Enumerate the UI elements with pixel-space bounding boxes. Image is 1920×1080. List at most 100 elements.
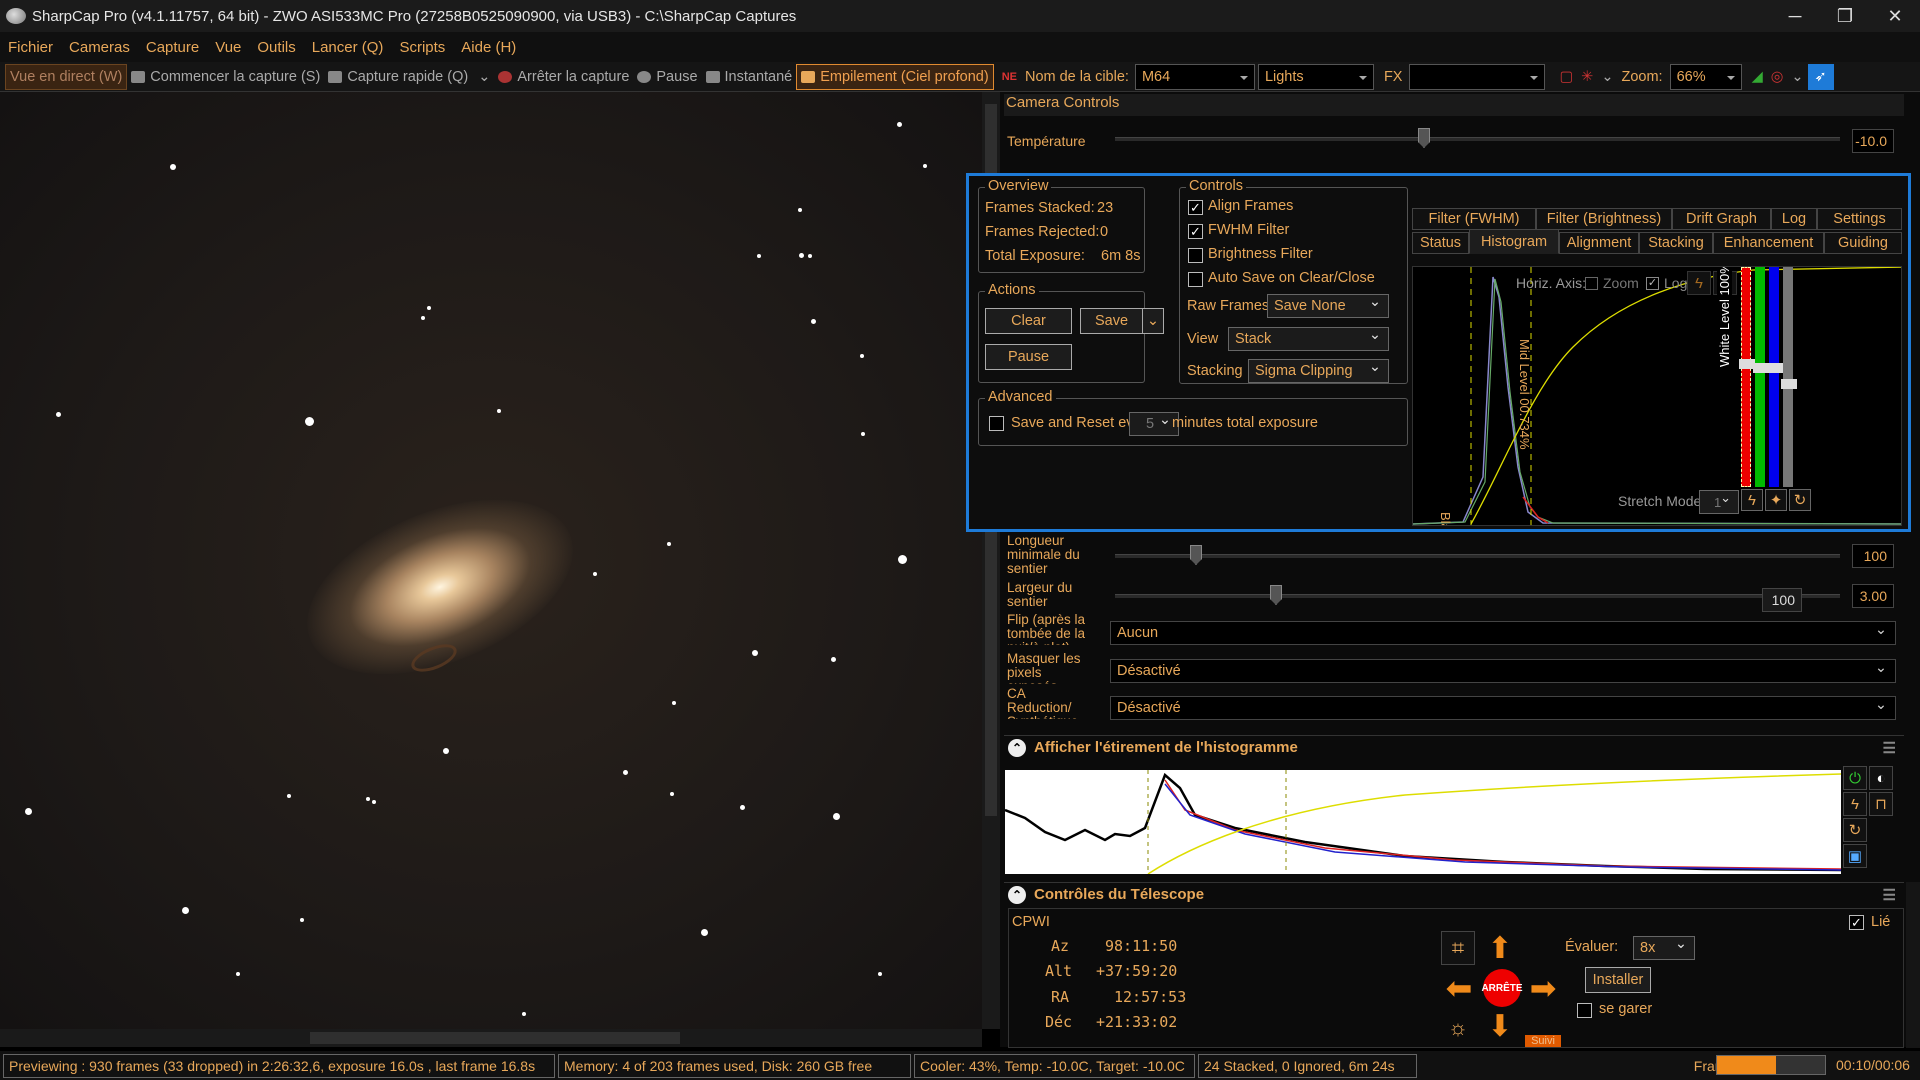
histogram-icon[interactable]: ◢ (1748, 64, 1767, 90)
reset-icon[interactable]: ↻ (1843, 818, 1867, 842)
save-button[interactable]: Save (1080, 308, 1143, 334)
image-viewport[interactable] (0, 92, 982, 1029)
temperature-value[interactable]: -10.0 (1852, 129, 1894, 153)
maximize-button[interactable]: ❐ (1820, 0, 1870, 32)
luminance-channel-slider[interactable] (1783, 267, 1793, 487)
start-capture-button[interactable]: Commencer la capture (S) (127, 64, 324, 90)
tab-filter-fwhm[interactable]: Filter (FWHM) (1412, 208, 1536, 230)
tab-enhancement[interactable]: Enhancement (1713, 232, 1824, 254)
raw-frames-select[interactable]: Save None (1267, 294, 1389, 318)
auto-stretch-icon[interactable]: ϟ (1687, 271, 1711, 295)
temperature-slider[interactable] (1115, 137, 1840, 141)
reticle-icon[interactable]: ▢ (1555, 64, 1577, 90)
flip-select[interactable]: Aucun (1110, 621, 1896, 645)
image-horizontal-scrollbar[interactable] (0, 1029, 982, 1047)
tab-histogram[interactable]: Histogram (1469, 229, 1559, 254)
spiral-icon[interactable]: ⌗ (1441, 931, 1475, 965)
menu-scripts[interactable]: Scripts (391, 39, 453, 56)
tab-status[interactable]: Status (1412, 232, 1469, 254)
align-frames-checkbox[interactable]: ✓ (1188, 200, 1203, 215)
crosshair-icon[interactable]: ✳ (1577, 64, 1597, 90)
pause-stack-button[interactable]: Pause (985, 344, 1072, 370)
install-button[interactable]: Installer (1585, 967, 1651, 993)
zoom-select[interactable]: 66% (1669, 63, 1742, 90)
collapse-icon[interactable]: ⌃ (1008, 885, 1026, 904)
arrow-down-icon[interactable]: ⬇ (1481, 1009, 1519, 1043)
fwhm-filter-checkbox[interactable]: ✓ (1188, 224, 1203, 239)
width-value[interactable]: 3.00 (1852, 584, 1894, 608)
tab-drift-graph[interactable]: Drift Graph (1672, 208, 1771, 230)
arrow-right-icon[interactable]: ➡ (1523, 969, 1563, 1007)
menu-view[interactable]: Vue (207, 39, 249, 56)
chevron-down-icon[interactable]: ⌄ (478, 69, 490, 85)
tracking-button[interactable]: Suivi (1525, 1035, 1561, 1047)
home-icon[interactable]: ☼ (1441, 1011, 1475, 1045)
menu-capture[interactable]: Capture (138, 39, 207, 56)
stacking-select[interactable]: Sigma Clipping (1248, 359, 1389, 383)
power-icon[interactable]: ⏻ (1843, 766, 1867, 790)
menu-tools[interactable]: Outils (249, 39, 303, 56)
pin-icon[interactable]: ➶ (1807, 63, 1834, 90)
live-view-button[interactable]: Vue en direct (W) (5, 63, 128, 90)
histogram-stretch-graph[interactable] (1005, 770, 1841, 874)
chevron-down-icon[interactable]: ⌄ (1787, 64, 1807, 90)
clear-button[interactable]: Clear (985, 308, 1072, 334)
tab-log[interactable]: Log (1771, 208, 1817, 230)
scrollbar-thumb[interactable] (310, 1032, 680, 1044)
arrow-left-icon[interactable]: ⬅ (1439, 969, 1479, 1007)
histogram-section-header[interactable]: ⌃ Afficher l'étirement de l'histogramme ☰ (1004, 735, 1904, 759)
contrast-icon[interactable]: ◐ (1869, 766, 1893, 790)
blue-channel-slider[interactable] (1769, 267, 1779, 487)
menu-launch[interactable]: Lancer (Q) (304, 39, 392, 56)
right-panel-scrollbar[interactable] (1906, 882, 1920, 1048)
linked-checkbox[interactable]: ✓ (1849, 915, 1864, 930)
tab-alignment[interactable]: Alignment (1559, 232, 1639, 254)
reset-icon[interactable]: ↻ (1789, 489, 1811, 511)
quick-capture-button[interactable]: Capture rapide (Q) ⌄ (324, 64, 494, 90)
rate-select[interactable]: 8x (1633, 936, 1695, 960)
temperature-slider-thumb[interactable] (1418, 128, 1430, 148)
chevron-down-icon[interactable]: ⌄ (1597, 64, 1617, 90)
arrow-up-icon[interactable]: ⬆ (1481, 931, 1519, 965)
lightning-icon[interactable]: ϟ (1741, 489, 1763, 511)
tab-filter-brightness[interactable]: Filter (Brightness) (1536, 208, 1672, 230)
width-slider-thumb[interactable] (1270, 585, 1282, 605)
auto-save-checkbox[interactable] (1188, 272, 1203, 287)
brightness-filter-checkbox[interactable] (1188, 248, 1203, 263)
save-dropdown-button[interactable]: ⌄ (1142, 308, 1164, 334)
zoom-checkbox[interactable] (1585, 277, 1598, 290)
pause-button[interactable]: Pause (633, 64, 701, 90)
menu-help[interactable]: Aide (H) (453, 39, 524, 56)
close-button[interactable]: ✕ (1870, 0, 1920, 32)
collapse-icon[interactable]: ⌃ (1008, 738, 1026, 757)
star-icon[interactable]: ✦ (1765, 489, 1787, 511)
menu-file[interactable]: Fichier (0, 39, 61, 56)
tab-settings[interactable]: Settings (1817, 208, 1902, 230)
fx-select[interactable] (1409, 63, 1546, 90)
ca-select[interactable]: Désactivé (1110, 696, 1896, 720)
live-stack-button[interactable]: Empilement (Ciel profond) (796, 63, 994, 90)
stop-capture-button[interactable]: Arrêter la capture (494, 64, 633, 90)
menu-icon[interactable]: ☰ (1883, 886, 1896, 904)
target-name-input[interactable]: M64 (1134, 63, 1255, 90)
view-select[interactable]: Stack (1228, 327, 1389, 351)
min-length-value[interactable]: 100 (1852, 544, 1894, 568)
frame-type-select[interactable]: Lights (1257, 63, 1374, 90)
green-channel-slider[interactable] (1755, 267, 1765, 487)
blue-slider-thumb[interactable] (1767, 363, 1783, 373)
telescope-section-header[interactable]: ⌃ Contrôles du Télescope ☰ (1004, 882, 1904, 906)
mask-select[interactable]: Désactivé (1110, 659, 1896, 683)
min-length-slider-thumb[interactable] (1190, 545, 1202, 565)
lightning-icon[interactable]: ϟ (1843, 792, 1867, 816)
log-checkbox[interactable]: ✓ (1646, 277, 1659, 290)
stop-button[interactable]: ARRÊTE (1481, 969, 1523, 1007)
menu-cameras[interactable]: Cameras (61, 39, 138, 56)
minimize-button[interactable]: ─ (1770, 0, 1820, 32)
menu-icon[interactable]: ☰ (1883, 739, 1896, 757)
width-slider[interactable] (1115, 594, 1840, 598)
save-icon[interactable]: ▣ (1843, 844, 1867, 868)
save-reset-checkbox[interactable] (989, 416, 1004, 431)
min-length-slider[interactable] (1115, 554, 1840, 558)
stretch-mode-input[interactable]: 1 (1699, 490, 1739, 514)
snapshot-button[interactable]: Instantané (702, 64, 797, 90)
